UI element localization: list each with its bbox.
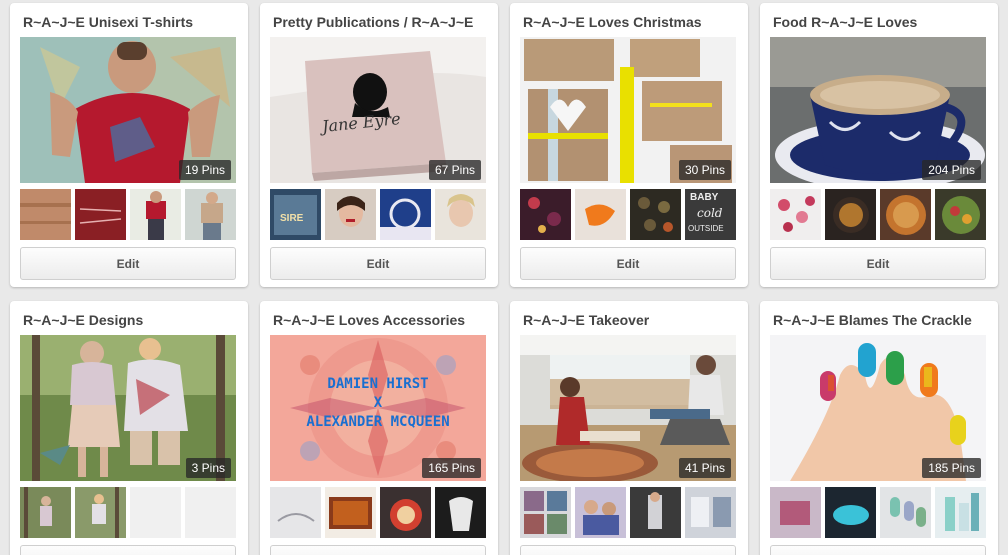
thumbnail-image[interactable] [75,487,126,538]
thumbnail-text: BABY [690,192,719,203]
board-card: R~A~J~E Loves Accessories DAMIEN HIRST X… [260,301,498,555]
board-card: Food R~A~J~E Loves 204 Pins Edit [760,3,998,287]
thumbnail-strip: SIRE [270,189,486,240]
edit-button[interactable]: Edit [20,247,236,280]
board-cover-image[interactable]: 41 Pins [520,335,736,481]
thumbnail-image[interactable] [435,189,486,240]
thumbnail-image[interactable] [630,487,681,538]
board-cover-image[interactable]: 30 Pins [520,37,736,183]
board-title[interactable]: Pretty Publications / R~A~J~E [273,14,487,30]
board-title[interactable]: R~A~J~E Designs [23,312,237,328]
thumbnail-image[interactable]: BABY cold OUTSIDE [685,189,736,240]
thumbnail-strip [20,189,236,240]
board-title[interactable]: R~A~J~E Blames The Crackle [773,312,987,328]
cover-text-line: ALEXANDER MCQUEEN [306,414,450,430]
edit-button[interactable]: Edit [770,247,986,280]
thumbnail-strip [520,487,736,538]
thumbnail-image[interactable] [185,189,236,240]
cover-text-line: DAMIEN HIRST [327,376,429,392]
thumbnail-image[interactable] [825,487,876,538]
pin-count-badge: 19 Pins [178,160,231,180]
thumbnail-image[interactable] [770,487,821,538]
board-card: R~A~J~E Unisexi T-shirts 19 Pins Edit [10,3,248,287]
thumbnail-image[interactable] [380,487,431,538]
board-title[interactable]: Food R~A~J~E Loves [773,14,987,30]
board-card: R~A~J~E Designs 3 Pins Edit [10,301,248,555]
edit-button[interactable]: Edit [520,247,736,280]
edit-button[interactable]: Edit [520,545,736,555]
pin-count-badge: 67 Pins [428,160,481,180]
thumbnail-image[interactable] [685,487,736,538]
board-title[interactable]: R~A~J~E Loves Accessories [273,312,487,328]
thumbnail-text: SIRE [280,213,304,224]
thumbnail-image[interactable] [630,189,681,240]
thumbnail-image[interactable] [20,189,71,240]
edit-button[interactable]: Edit [270,247,486,280]
pin-count-badge: 204 Pins [922,160,981,180]
thumbnail-strip [20,487,236,538]
thumbnail-text: cold [697,206,723,220]
thumbnail-image[interactable] [520,189,571,240]
board-card: Pretty Publications / R~A~J~E Jane Eyre … [260,3,498,287]
thumbnail-text: OUTSIDE [688,224,724,233]
pin-count-badge: 165 Pins [422,458,481,478]
thumbnail-image[interactable] [325,189,376,240]
board-cover-image[interactable]: 204 Pins [770,37,986,183]
thumbnail-image[interactable] [75,189,126,240]
board-card: R~A~J~E Takeover 41 Pins Edit [510,301,748,555]
thumbnail-image[interactable] [935,189,986,240]
cover-overlay-text: DAMIEN HIRST X ALEXANDER MCQUEEN [270,375,486,432]
thumbnail-strip [270,487,486,538]
board-cover-image[interactable]: 185 Pins [770,335,986,481]
thumbnail-image[interactable] [435,487,486,538]
thumbnail-image[interactable]: SIRE [270,189,321,240]
thumbnail-placeholder [185,487,236,538]
cover-text-line: X [373,395,383,411]
thumbnail-image[interactable] [935,487,986,538]
pin-count-badge: 185 Pins [922,458,981,478]
thumbnail-image[interactable] [20,487,71,538]
board-cover-image[interactable]: DAMIEN HIRST X ALEXANDER MCQUEEN 165 Pin… [270,335,486,481]
board-title[interactable]: R~A~J~E Unisexi T-shirts [23,14,237,30]
thumbnail-image[interactable] [770,189,821,240]
pin-count-badge: 3 Pins [185,458,231,478]
thumbnail-strip [770,189,986,240]
thumbnail-image[interactable] [520,487,571,538]
thumbnail-strip [770,487,986,538]
thumbnail-image[interactable] [575,487,626,538]
thumbnail-placeholder [130,487,181,538]
pin-count-badge: 30 Pins [678,160,731,180]
thumbnail-image[interactable] [325,487,376,538]
edit-button[interactable]: Edit [770,545,986,555]
board-title[interactable]: R~A~J~E Takeover [523,312,737,328]
board-cover-image[interactable]: 19 Pins [20,37,236,183]
thumbnail-image[interactable] [880,189,931,240]
board-cover-image[interactable]: 3 Pins [20,335,236,481]
pin-count-badge: 41 Pins [678,458,731,478]
edit-button[interactable]: Edit [20,545,236,555]
thumbnail-image[interactable] [575,189,626,240]
thumbnail-image[interactable] [825,189,876,240]
board-card: R~A~J~E Loves Christmas 30 Pins BABY col… [510,3,748,287]
thumbnail-image[interactable] [880,487,931,538]
board-card: R~A~J~E Blames The Crackle 185 Pins Edit [760,301,998,555]
thumbnail-image[interactable] [380,189,431,240]
edit-button[interactable]: Edit [270,545,486,555]
thumbnail-image[interactable] [130,189,181,240]
thumbnail-strip: BABY cold OUTSIDE [520,189,736,240]
board-title[interactable]: R~A~J~E Loves Christmas [523,14,737,30]
board-cover-image[interactable]: Jane Eyre 67 Pins [270,37,486,183]
thumbnail-image[interactable] [270,487,321,538]
